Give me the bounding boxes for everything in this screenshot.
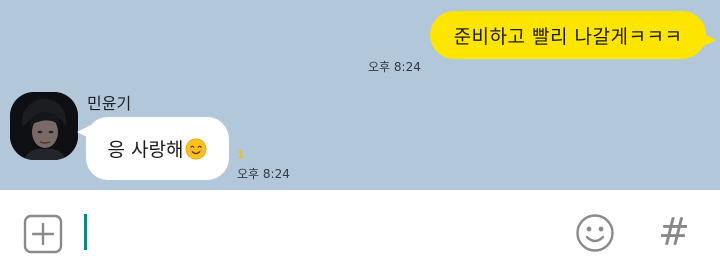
message-input[interactable] <box>90 212 554 254</box>
avatar[interactable] <box>10 92 78 160</box>
unread-count: 1 <box>237 148 245 161</box>
sender-name: 민윤기 <box>87 94 132 113</box>
outgoing-message-text: 준비하고 빨리 나갈게ㅋㅋㅋ <box>453 25 683 48</box>
plus-square-icon <box>23 214 63 254</box>
hashtag-button[interactable]: # <box>654 210 694 254</box>
avatar-photo <box>10 92 78 160</box>
outgoing-message-bubble[interactable]: 준비하고 빨리 나갈게ㅋㅋㅋ <box>430 11 716 59</box>
incoming-message-time: 오후 8:24 <box>237 167 290 181</box>
emoticon-button[interactable] <box>575 213 615 253</box>
smiling-face-emoji <box>186 138 207 159</box>
hashtag-icon: # <box>658 210 690 254</box>
attach-button[interactable] <box>23 214 63 254</box>
smiley-icon <box>576 214 614 252</box>
outgoing-message-time: 오후 8:24 <box>368 60 421 74</box>
text-cursor <box>84 214 87 250</box>
incoming-message-bubble[interactable]: 응 사랑해 <box>77 117 229 180</box>
incoming-message-text: 응 사랑해 <box>107 139 184 161</box>
chat-area[interactable]: 준비하고 빨리 나갈게ㅋㅋㅋ 오후 8:24 민윤기 응 사랑해 1 오후 8:… <box>0 0 720 190</box>
